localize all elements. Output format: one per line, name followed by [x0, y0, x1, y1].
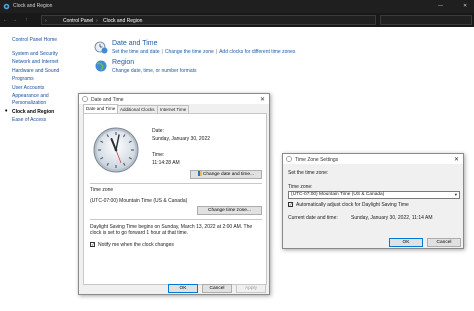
shield-icon	[197, 171, 202, 177]
notify-label: Notify me when the clock changes	[98, 242, 174, 248]
divider	[90, 183, 262, 184]
divider	[90, 219, 262, 220]
apply-button[interactable]: Apply	[236, 284, 266, 293]
tab-additional-clocks[interactable]: Additional Clocks	[117, 105, 158, 113]
region-links: Change date, time, or number formats	[112, 68, 197, 74]
notify-checkbox[interactable]: ✓	[90, 242, 95, 247]
dialog-titlebar: Time Zone Settings ✕	[283, 154, 463, 164]
change-time-zone-button[interactable]: Change time zone...	[197, 206, 262, 215]
address-field[interactable]: › Control Panel › Clock and Region	[41, 15, 376, 25]
sidebar: Control Panel Home System and Security N…	[5, 36, 78, 125]
breadcrumb-clock-and-region[interactable]: Clock and Region	[103, 18, 142, 24]
sidebar-item-user-accounts[interactable]: User Accounts	[12, 84, 78, 93]
window-title: Clock and Region	[13, 3, 53, 9]
sidebar-item-ease-of-access[interactable]: Ease of Access	[12, 116, 78, 125]
time-value: 11:14:28 AM	[152, 160, 180, 166]
time-zone-label: Time zone:	[288, 184, 313, 190]
close-icon[interactable]: ✕	[454, 156, 459, 163]
time-zone-dropdown[interactable]: (UTC-07:00) Mountain Time (US & Canada) …	[288, 191, 460, 199]
dst-label: Automatically adjust clock for Daylight …	[296, 202, 409, 208]
close-button[interactable]: ✕	[463, 3, 467, 9]
current-datetime-value: Sunday, January 30, 2022, 11:14 AM	[351, 215, 433, 221]
link-add-clocks[interactable]: Add clocks for different time zones	[219, 49, 295, 55]
breadcrumb-separator-icon: ›	[45, 18, 47, 24]
sidebar-item-system-and-security[interactable]: System and Security	[12, 50, 78, 59]
breadcrumb-separator-icon: ›	[96, 18, 98, 24]
sidebar-item-network-and-internet[interactable]: Network and Internet	[12, 58, 78, 67]
link-change-time-zone[interactable]: Change the time zone	[165, 49, 214, 55]
change-date-time-button[interactable]: Change date and time...	[190, 170, 262, 179]
sidebar-item-clock-and-region[interactable]: • Clock and Region	[5, 108, 78, 117]
chevron-down-icon: ▾	[454, 192, 457, 197]
tab-date-and-time[interactable]: Date and Time	[83, 104, 119, 113]
dst-text-line-2: clock is set to go forward 1 hour at tha…	[90, 230, 189, 236]
up-arrow-icon[interactable]: ↑	[25, 17, 28, 23]
sidebar-item-appearance[interactable]: Appearance and Personalization	[12, 93, 62, 108]
tab-internet-time[interactable]: Internet Time	[157, 105, 190, 113]
clock-icon	[82, 96, 88, 102]
current-datetime-label: Current date and time:	[288, 215, 338, 221]
control-panel-icon	[3, 3, 10, 10]
link-change-formats[interactable]: Change date, time, or number formats	[112, 68, 197, 74]
set-time-zone-instruction: Set the time zone:	[288, 170, 329, 176]
current-item-bullet-icon: •	[5, 107, 8, 115]
time-zone-selected: (UTC-07:00) Mountain Time (US & Canada)	[291, 192, 385, 197]
cancel-button[interactable]: Cancel	[202, 284, 232, 293]
clock-icon	[286, 156, 292, 162]
close-icon[interactable]: ✕	[260, 96, 265, 103]
cancel-button[interactable]: Cancel	[427, 238, 461, 247]
link-set-time-and-date[interactable]: Set the time and date	[112, 49, 160, 55]
date-label: Date:	[152, 128, 164, 134]
minimize-button[interactable]: —	[438, 3, 443, 9]
sidebar-item-label: Clock and Region	[12, 108, 55, 115]
back-arrow-icon[interactable]: ←	[3, 17, 8, 23]
window-titlebar: Clock and Region — ✕	[0, 0, 474, 13]
change-date-time-label: Change date and time...	[202, 172, 255, 177]
dst-checkbox[interactable]: ✓	[288, 202, 293, 207]
sidebar-item-hardware-and-sound[interactable]: Hardware and Sound	[12, 67, 78, 76]
dialog-titlebar: Date and Time ✕	[79, 94, 269, 104]
address-bar-row: ← → ↑ › Control Panel › Clock and Region	[0, 13, 474, 27]
date-time-tab-panel: Date: Sunday, January 30, 2022 Time: 11:…	[83, 113, 267, 285]
clock-globe-icon	[94, 41, 108, 54]
dialog-title: Date and Time	[91, 96, 124, 103]
date-time-dialog: Date and Time ✕ Date and Time Additional…	[78, 93, 270, 295]
date-value: Sunday, January 30, 2022	[152, 136, 211, 142]
sidebar-item-programs[interactable]: Programs	[12, 75, 78, 84]
time-zone-section-label: Time zone	[90, 187, 114, 193]
search-input[interactable]	[380, 15, 472, 25]
sidebar-item-control-panel-home[interactable]: Control Panel Home	[12, 36, 78, 45]
time-zone-settings-dialog: Time Zone Settings ✕ Set the time zone: …	[282, 153, 464, 249]
time-zone-value: (UTC-07:00) Mountain Time (US & Canada)	[90, 198, 188, 204]
region-heading[interactable]: Region	[112, 59, 134, 66]
time-label: Time:	[152, 152, 165, 158]
forward-arrow-icon[interactable]: →	[12, 17, 17, 23]
breadcrumb-control-panel[interactable]: Control Panel	[63, 18, 93, 24]
date-and-time-heading[interactable]: Date and Time	[112, 40, 158, 47]
date-and-time-links: Set the time and date | Change the time zo…	[112, 49, 296, 55]
dialog-title: Time Zone Settings	[295, 156, 339, 163]
globe-icon	[95, 60, 107, 72]
ok-button[interactable]: OK	[389, 238, 423, 247]
analog-clock-icon	[93, 127, 139, 173]
ok-button[interactable]: OK	[168, 284, 198, 293]
